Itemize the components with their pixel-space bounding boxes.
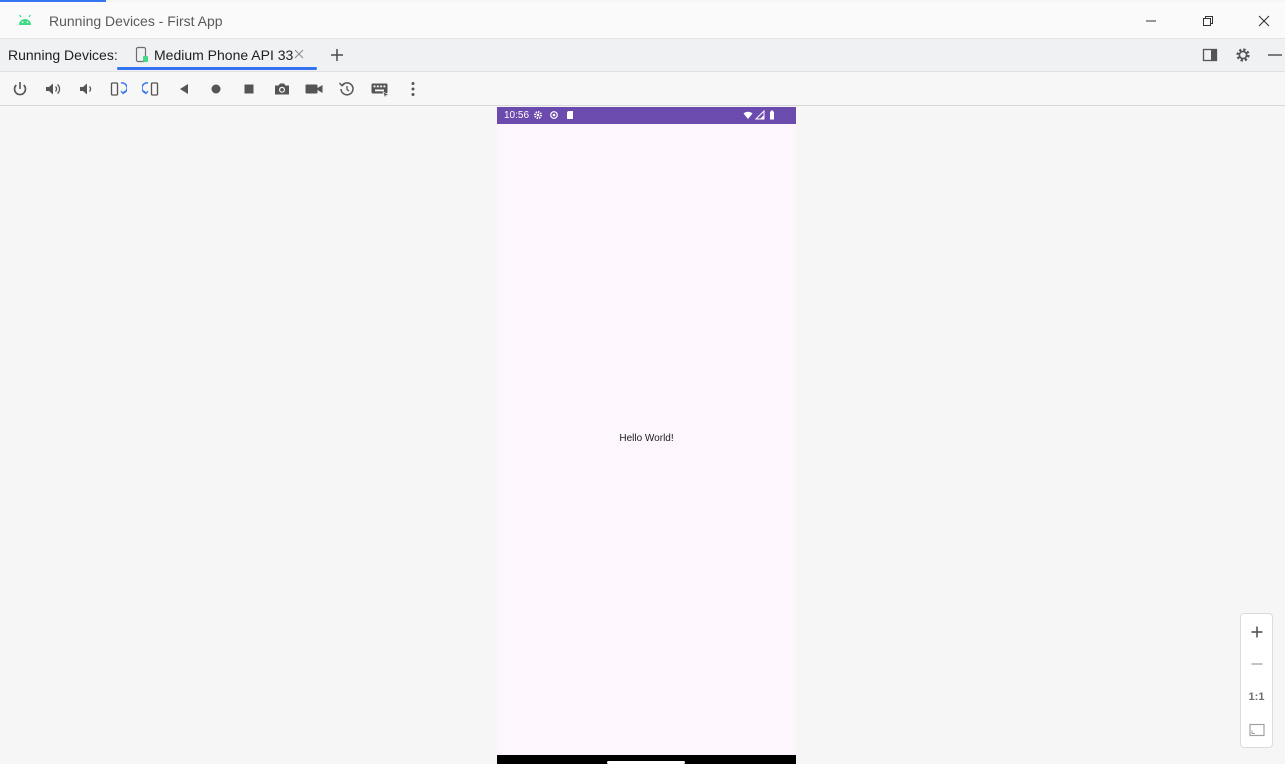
fit-screen-icon [1248,723,1265,736]
layout-icon[interactable] [1201,46,1219,64]
zoom-in-button[interactable] [1245,620,1268,643]
running-devices-label: Running Devices: [8,47,118,63]
volume-down-button[interactable] [75,78,97,100]
zoom-out-icon [1251,662,1262,665]
signal-icon [755,110,765,120]
minimize-icon [1146,20,1156,22]
virtual-keyboard-icon [371,83,390,98]
more-options-icon [411,82,415,96]
overview-icon [244,84,254,94]
device-toolbar [0,72,1285,106]
zoom-out-button[interactable] [1245,652,1268,675]
virtual-keyboard-button[interactable] [369,78,391,100]
close-tab-icon[interactable] [292,47,306,61]
status-time: 10:56 [504,110,530,121]
screen-record-button[interactable] [303,78,325,100]
snapshot-button[interactable] [336,78,358,100]
back-button[interactable] [173,78,195,100]
hello-world-text: Hello World! [619,433,674,444]
device-icon [135,46,148,63]
wifi-icon [743,111,753,119]
screenshot-button[interactable] [271,78,293,100]
rotate-left-button[interactable] [107,78,129,100]
volume-up-icon [46,83,61,95]
plus-icon[interactable] [328,46,346,64]
snapshot-icon [338,82,354,96]
sd-card-icon [567,111,573,119]
fit-screen-button[interactable] [1245,718,1268,741]
active-tab-indicator [117,67,317,70]
power-button[interactable] [9,78,31,100]
rotate-right-button[interactable] [140,78,162,100]
screen-record-icon [305,84,323,94]
actual-size-icon: 1:1 [1248,690,1265,703]
home-button[interactable] [205,78,227,100]
home-icon [211,84,221,94]
battery-icon [770,110,774,120]
settings-icon [534,111,542,119]
android-navigation-bar [497,755,796,764]
device-screen[interactable]: 10:56 Hello World! [497,107,796,764]
restore-icon [1203,16,1213,26]
screenshot-icon [275,83,289,95]
zoom-controls: 1:1 [1240,613,1273,748]
minimize-button[interactable] [1131,8,1171,34]
minimize-panel-icon[interactable] [1266,46,1284,64]
tab-label: Medium Phone API 33 [154,47,294,63]
title-bar: Running Devices - First App [0,2,1285,39]
rotate-right-icon [142,82,159,96]
volume-up-button[interactable] [42,78,64,100]
rotate-left-icon [110,82,127,96]
android-studio-logo-icon [19,14,31,25]
actual-size-button[interactable]: 1:1 [1245,685,1268,708]
volume-down-icon [80,83,92,95]
android-status-bar: 10:56 [497,107,796,124]
power-icon [13,82,27,96]
more-options-button[interactable] [402,78,424,100]
window-title: Running Devices - First App [49,13,223,29]
tab-bar: Running Devices: Medium Phone API 33 [0,39,1285,72]
restore-button[interactable] [1188,8,1228,34]
overview-button[interactable] [238,78,260,100]
close-icon [1258,15,1270,27]
tab-medium-phone-api-33[interactable]: Medium Phone API 33 [117,39,317,71]
close-button[interactable] [1244,8,1284,34]
back-icon [180,84,188,94]
location-icon [550,111,558,119]
gear-icon[interactable] [1234,46,1252,64]
zoom-in-icon [1251,626,1262,637]
